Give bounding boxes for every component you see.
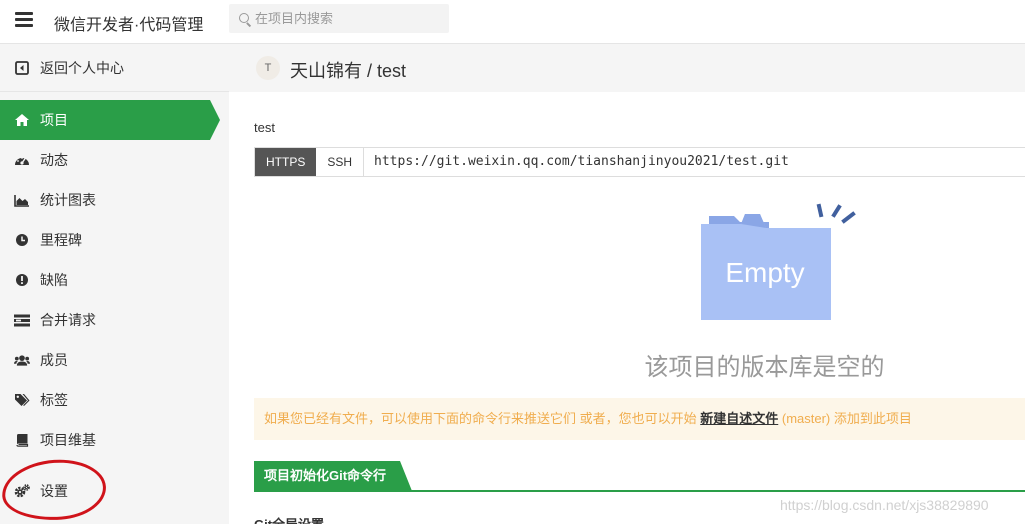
back-label: 返回个人中心 xyxy=(40,59,124,76)
sidebar-item-label: 里程碑 xyxy=(40,232,82,248)
sidebar-item-tags[interactable]: 标签 xyxy=(0,380,210,420)
search-input[interactable] xyxy=(255,4,445,33)
create-readme-link[interactable]: 新建自述文件 xyxy=(700,411,778,426)
ssh-button[interactable]: SSH xyxy=(316,148,365,176)
sidebar-item-statistics[interactable]: 统计图表 xyxy=(0,180,210,220)
sidebar-item-project[interactable]: 项目 xyxy=(0,100,220,140)
sidebar-item-label: 项目 xyxy=(40,112,68,128)
sidebar: 返回个人中心 项目 动态 统计图表 里程碑 缺陷 合并请求 成员 标签 项目维基… xyxy=(0,44,229,524)
clone-url-field[interactable]: https://git.weixin.qq.com/tianshanjinyou… xyxy=(364,148,789,176)
sidebar-item-merge-requests[interactable]: 合并请求 xyxy=(0,300,210,340)
sidebar-item-label: 缺陷 xyxy=(40,272,68,288)
sidebar-item-activity[interactable]: 动态 xyxy=(0,140,210,180)
sidebar-item-label: 合并请求 xyxy=(40,312,96,328)
top-bar: 微信开发者·代码管理 xyxy=(0,0,1025,44)
search-icon xyxy=(239,13,249,23)
clock-icon xyxy=(14,232,30,248)
watermark: https://blog.csdn.net/xjs38829890 xyxy=(780,497,989,513)
https-button[interactable]: HTTPS xyxy=(255,148,317,176)
repo-header: T 天山锦有 / test xyxy=(229,44,1025,92)
tags-icon xyxy=(14,392,30,408)
sidebar-item-members[interactable]: 成员 xyxy=(0,340,210,380)
empty-badge-text: Empty xyxy=(725,257,804,288)
sidebar-item-label: 标签 xyxy=(40,392,68,408)
empty-repo-message: 该项目的版本库是空的 xyxy=(644,354,885,381)
book-icon xyxy=(14,432,30,448)
users-icon xyxy=(14,352,30,368)
repo-path[interactable]: 天山锦有 / test xyxy=(290,57,406,83)
exclamation-icon xyxy=(14,272,30,288)
menu-icon[interactable] xyxy=(15,12,33,28)
avatar[interactable]: T xyxy=(256,56,280,80)
sidebar-item-milestones[interactable]: 里程碑 xyxy=(0,220,210,260)
notice-banner: 如果您已经有文件，可以使用下面的命令行来推送它们 或者，您也可以开始 新建自述文… xyxy=(254,398,1025,440)
back-to-profile-link[interactable]: 返回个人中心 xyxy=(0,44,229,92)
merge-icon xyxy=(14,312,30,328)
section-divider xyxy=(254,490,1025,492)
sidebar-item-label: 统计图表 xyxy=(40,192,96,208)
clone-url-bar: HTTPS SSH https://git.weixin.qq.com/tian… xyxy=(254,147,1025,177)
sidebar-item-wiki[interactable]: 项目维基 xyxy=(0,420,210,460)
sidebar-item-issues[interactable]: 缺陷 xyxy=(0,260,210,300)
sidebar-item-label: 成员 xyxy=(40,352,68,368)
app-title: 微信开发者·代码管理 xyxy=(54,17,204,34)
git-global-settings-heading: Git全局设置 xyxy=(254,514,324,524)
search-box[interactable] xyxy=(229,4,449,33)
sidebar-item-label: 项目维基 xyxy=(40,432,96,448)
notice-prefix: 如果您已经有文件，可以使用下面的命令行来推送它们 或者，您也可以开始 xyxy=(264,411,701,426)
main-content: test HTTPS SSH https://git.weixin.qq.com… xyxy=(229,92,1025,524)
repo-description: test xyxy=(254,120,275,135)
empty-folder-icon: Empty xyxy=(701,203,856,320)
home-icon xyxy=(14,112,30,128)
back-square-icon xyxy=(14,60,30,76)
section-title: 项目初始化Git命令行 xyxy=(254,461,413,491)
area-chart-icon xyxy=(14,192,30,208)
sidebar-item-label: 动态 xyxy=(40,152,68,168)
dashboard-icon xyxy=(14,152,30,168)
notice-suffix: (master) 添加到此项目 xyxy=(778,411,912,426)
